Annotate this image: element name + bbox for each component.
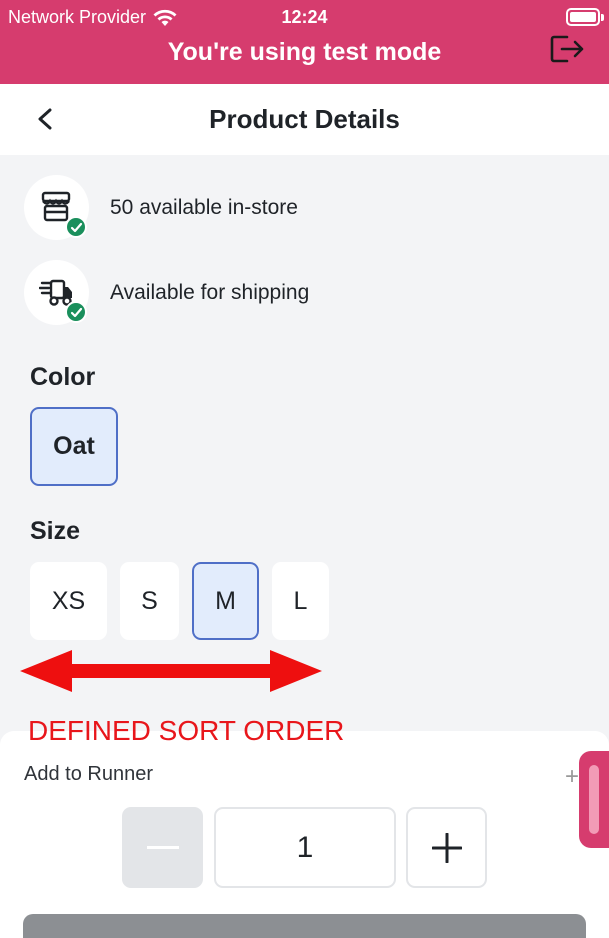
in-store-availability-text: 50 available in-store xyxy=(110,195,298,219)
side-drawer-handle[interactable] xyxy=(579,751,609,848)
color-label: Color xyxy=(30,363,96,391)
sheet-label: Add to Runner xyxy=(24,763,153,785)
size-option-l[interactable]: L xyxy=(272,562,329,640)
test-mode-banner: Network Provider 12:24 You're using test… xyxy=(0,0,609,84)
logout-icon[interactable] xyxy=(550,34,586,64)
store-icon xyxy=(24,175,89,240)
check-icon xyxy=(65,301,87,323)
status-time: 12:24 xyxy=(281,7,328,27)
add-to-runner-button[interactable] xyxy=(23,914,586,938)
battery-icon xyxy=(566,8,604,26)
size-label: Size xyxy=(30,517,81,545)
check-icon xyxy=(65,216,87,238)
availability-in-store: 50 available in-store xyxy=(24,175,298,240)
size-option-m[interactable]: M xyxy=(192,562,259,640)
add-to-runner-sheet: Add to Runner + 1 xyxy=(0,731,609,938)
truck-icon xyxy=(24,260,89,325)
test-mode-label: You're using test mode xyxy=(167,38,442,66)
increase-quantity-button[interactable] xyxy=(406,807,487,888)
availability-shipping: Available for shipping xyxy=(24,260,309,325)
minus-icon xyxy=(146,845,179,849)
color-option-oat[interactable]: Oat xyxy=(30,407,118,486)
size-option-xs[interactable]: XS xyxy=(30,562,107,640)
page-title: Product Details xyxy=(209,104,400,134)
sort-order-annotation: DEFINED SORT ORDER xyxy=(28,715,345,746)
shipping-availability-text: Available for shipping xyxy=(110,280,310,304)
plus-icon xyxy=(431,832,462,863)
double-arrow-icon xyxy=(20,650,322,692)
size-option-s[interactable]: S xyxy=(120,562,179,640)
nav-header: Product Details xyxy=(0,84,609,155)
quantity-field[interactable]: 1 xyxy=(214,807,396,888)
expand-plus-icon[interactable]: + xyxy=(565,763,579,791)
decrease-quantity-button[interactable] xyxy=(122,807,203,888)
